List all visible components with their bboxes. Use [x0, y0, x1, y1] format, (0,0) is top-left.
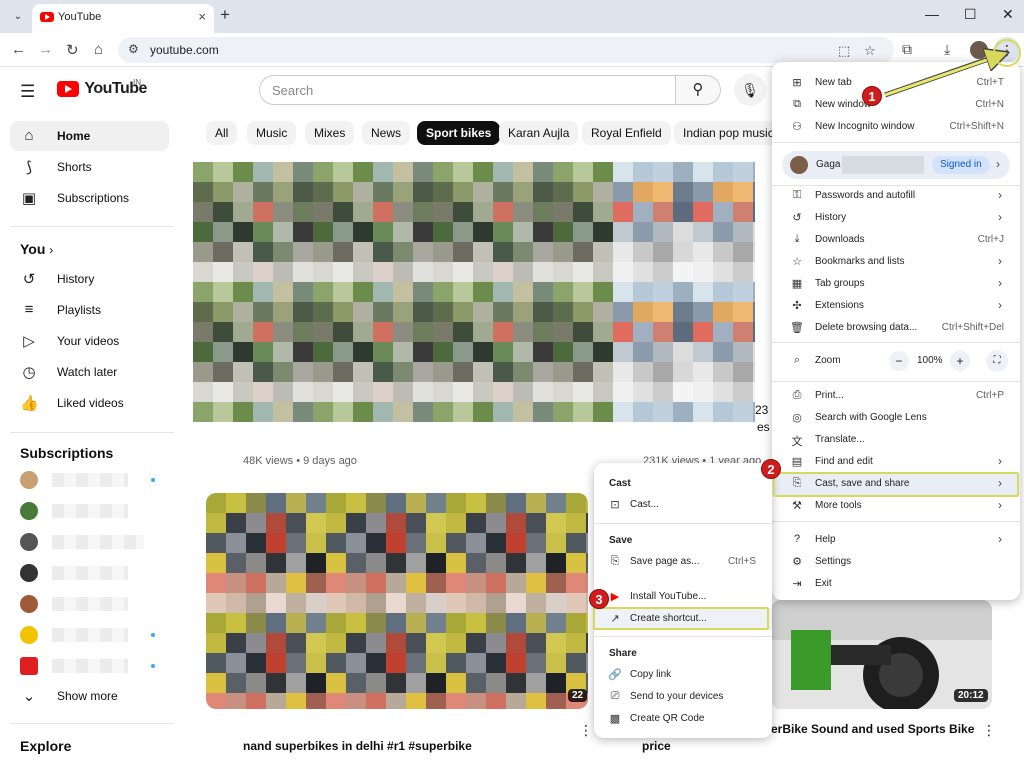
- step-badge-3: 3: [589, 589, 609, 609]
- annotation-arrow: [884, 56, 998, 97]
- annotation-overlay: [884, 0, 1024, 98]
- highlight-cast-save-share: [773, 472, 1019, 497]
- highlight-create-shortcut: [593, 607, 769, 630]
- highlight-menu-button: [993, 39, 1021, 67]
- step-badge-2: 2: [761, 459, 781, 479]
- step-badge-1: 1: [862, 86, 882, 106]
